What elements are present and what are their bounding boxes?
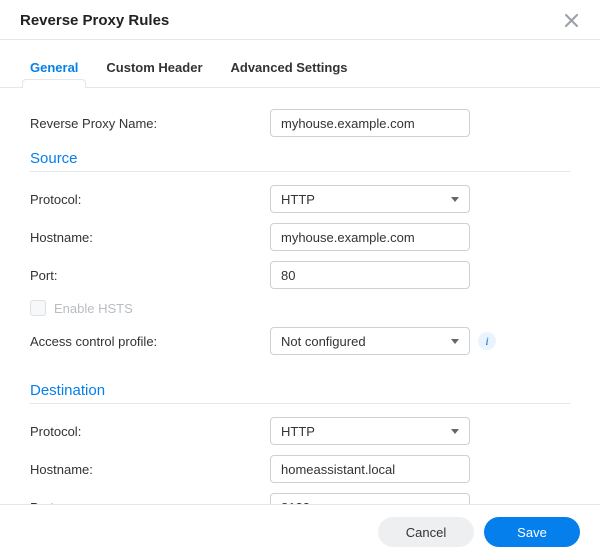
label-enable-hsts: Enable HSTS bbox=[54, 301, 133, 316]
reverse-proxy-dialog: Reverse Proxy Rules General Custom Heade… bbox=[0, 0, 600, 559]
tab-custom-header-label: Custom Header bbox=[106, 60, 202, 75]
access-control-profile-select[interactable]: Not configured bbox=[270, 327, 470, 355]
row-access-control-profile: Access control profile: Not configured i bbox=[30, 324, 570, 358]
source-protocol-value: HTTP bbox=[281, 192, 315, 207]
chevron-down-icon bbox=[451, 429, 459, 434]
enable-hsts-checkbox bbox=[30, 300, 46, 316]
save-button[interactable]: Save bbox=[484, 517, 580, 547]
tab-advanced-settings[interactable]: Advanced Settings bbox=[231, 54, 348, 87]
dialog-footer: Cancel Save bbox=[0, 504, 600, 559]
section-source: Source bbox=[30, 144, 570, 172]
label-reverse-proxy-name: Reverse Proxy Name: bbox=[30, 116, 270, 131]
label-dest-hostname: Hostname: bbox=[30, 462, 270, 477]
tab-advanced-label: Advanced Settings bbox=[231, 60, 348, 75]
dest-protocol-value: HTTP bbox=[281, 424, 315, 439]
tab-general-label: General bbox=[30, 60, 78, 75]
source-hostname-input[interactable] bbox=[270, 223, 470, 251]
row-dest-port: Port: bbox=[30, 490, 570, 504]
titlebar: Reverse Proxy Rules bbox=[0, 0, 600, 40]
dest-protocol-select[interactable]: HTTP bbox=[270, 417, 470, 445]
info-icon[interactable]: i bbox=[478, 332, 496, 350]
reverse-proxy-name-input[interactable] bbox=[270, 109, 470, 137]
row-source-protocol: Protocol: HTTP bbox=[30, 182, 570, 216]
dest-port-input[interactable] bbox=[270, 493, 470, 504]
cancel-button[interactable]: Cancel bbox=[378, 517, 474, 547]
source-port-input[interactable] bbox=[270, 261, 470, 289]
close-icon[interactable] bbox=[561, 12, 582, 29]
label-source-protocol: Protocol: bbox=[30, 192, 270, 207]
dialog-title: Reverse Proxy Rules bbox=[20, 12, 169, 29]
access-control-profile-value: Not configured bbox=[281, 334, 366, 349]
row-reverse-proxy-name: Reverse Proxy Name: bbox=[30, 106, 570, 140]
label-source-hostname: Hostname: bbox=[30, 230, 270, 245]
tab-bar: General Custom Header Advanced Settings bbox=[0, 40, 600, 88]
dest-hostname-input[interactable] bbox=[270, 455, 470, 483]
row-source-hostname: Hostname: bbox=[30, 220, 570, 254]
row-enable-hsts: Enable HSTS bbox=[30, 296, 570, 324]
source-protocol-select[interactable]: HTTP bbox=[270, 185, 470, 213]
label-access-control-profile: Access control profile: bbox=[30, 334, 270, 349]
chevron-down-icon bbox=[451, 197, 459, 202]
tab-general[interactable]: General bbox=[30, 54, 78, 87]
section-destination: Destination bbox=[30, 376, 570, 404]
tab-custom-header[interactable]: Custom Header bbox=[106, 54, 202, 87]
chevron-down-icon bbox=[451, 339, 459, 344]
row-source-port: Port: bbox=[30, 258, 570, 292]
label-source-port: Port: bbox=[30, 268, 270, 283]
dialog-body: Reverse Proxy Name: Source Protocol: HTT… bbox=[0, 88, 600, 504]
row-dest-protocol: Protocol: HTTP bbox=[30, 414, 570, 448]
label-dest-protocol: Protocol: bbox=[30, 424, 270, 439]
row-dest-hostname: Hostname: bbox=[30, 452, 570, 486]
